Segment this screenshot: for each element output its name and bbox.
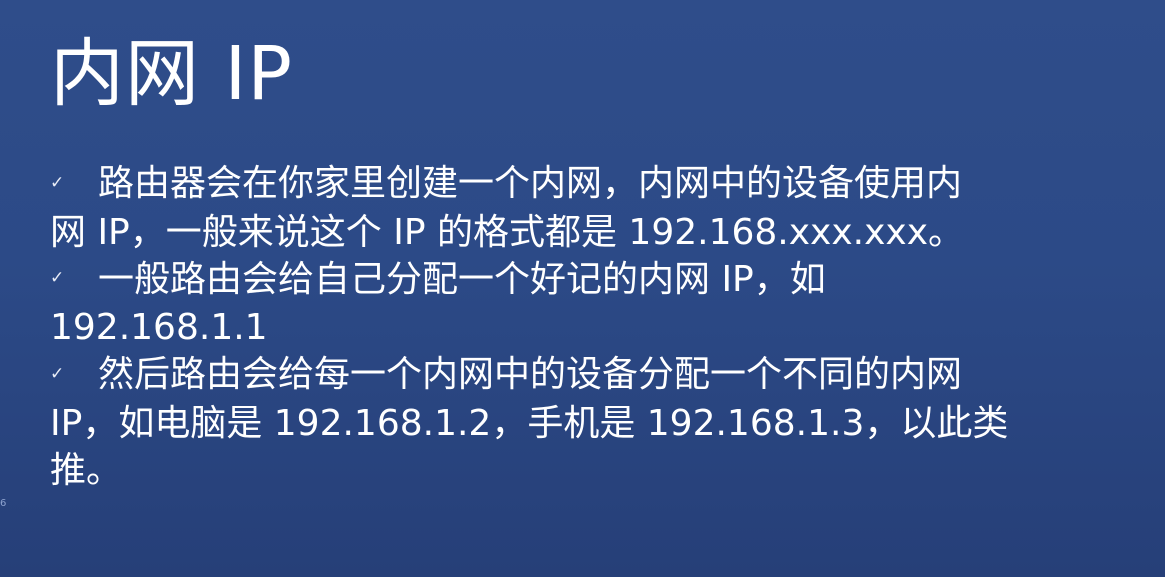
bullet-text-line: 推。 xyxy=(50,449,123,491)
check-icon: ✓ xyxy=(50,268,65,288)
bullet-item-device-ips: ✓ 然后路由会给每一个内网中的设备分配一个不同的内网 IP，如电脑是 192.16… xyxy=(50,351,1150,494)
bullet-list: ✓ 路由器会在你家里创建一个内网，内网中的设备使用内 网 IP，一般来说这个 IP… xyxy=(50,160,1150,494)
bullet-text-line: 一般路由会给自己分配一个好记的内网 IP，如 xyxy=(98,258,826,300)
slide: 内网 IP ✓ 路由器会在你家里创建一个内网，内网中的设备使用内 网 IP，一般来… xyxy=(0,0,1165,577)
check-icon: ✓ xyxy=(50,172,65,193)
bullet-text-line: IP，如电脑是 192.168.1.2，手机是 192.168.1.3，以此类 xyxy=(50,402,1009,444)
bullet-text-line: 网 IP，一般来说这个 IP 的格式都是 192.168.xxx.xxx。 xyxy=(50,211,965,253)
bullet-item-router-intranet: ✓ 路由器会在你家里创建一个内网，内网中的设备使用内 网 IP，一般来说这个 IP… xyxy=(50,160,1150,256)
bullet-text-line: 然后路由会给每一个内网中的设备分配一个不同的内网 xyxy=(98,354,963,395)
bullet-item-router-self-ip: ✓ 一般路由会给自己分配一个好记的内网 IP，如 192.168.1.1 xyxy=(50,256,1150,352)
bullet-text-line: 192.168.1.1 xyxy=(50,307,268,348)
bullet-text-line: 路由器会在你家里创建一个内网，内网中的设备使用内 xyxy=(98,163,963,204)
check-icon: ✓ xyxy=(50,363,65,384)
slide-title: 内网 IP xyxy=(50,31,293,117)
page-number: 6 xyxy=(0,498,7,509)
